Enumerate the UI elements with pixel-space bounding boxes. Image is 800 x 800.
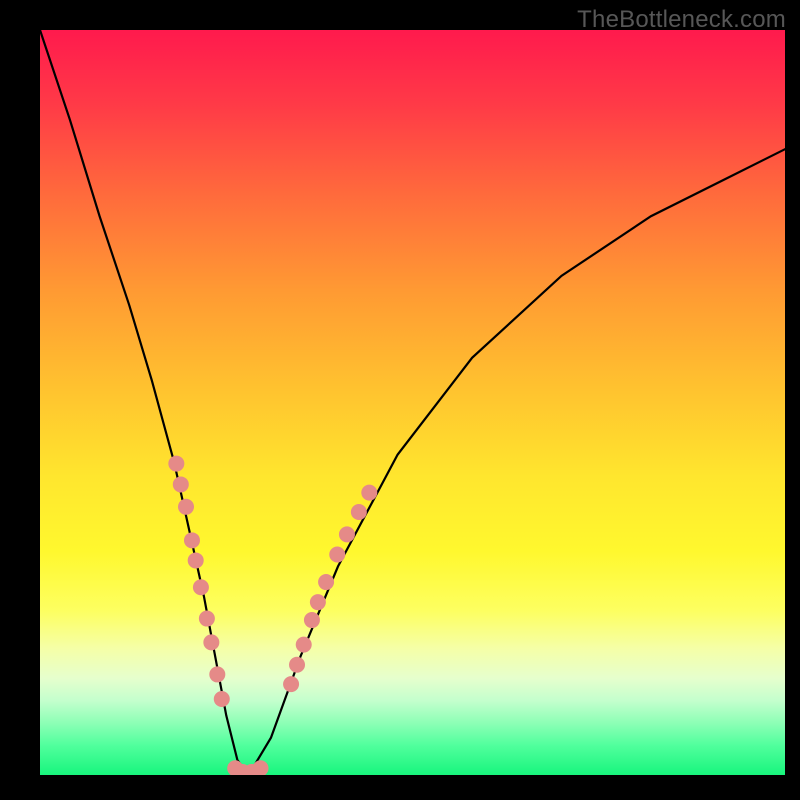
- data-marker: [184, 532, 200, 548]
- bottleneck-curve: [40, 30, 785, 775]
- data-marker: [318, 574, 334, 590]
- data-marker: [351, 504, 367, 520]
- data-marker: [296, 637, 312, 653]
- data-markers: [168, 456, 377, 775]
- data-marker: [168, 456, 184, 472]
- data-marker: [214, 691, 230, 707]
- data-marker: [283, 676, 299, 692]
- data-marker: [209, 666, 225, 682]
- data-marker: [188, 552, 204, 568]
- data-marker: [178, 499, 194, 515]
- watermark-text: TheBottleneck.com: [577, 6, 786, 34]
- data-marker: [199, 611, 215, 627]
- chart-plot-area: [40, 30, 785, 775]
- data-marker: [339, 526, 355, 542]
- chart-svg: [40, 30, 785, 775]
- data-marker: [361, 485, 377, 501]
- data-marker: [329, 546, 345, 562]
- data-marker: [304, 612, 320, 628]
- data-marker: [227, 760, 243, 775]
- data-marker: [235, 764, 251, 775]
- data-marker: [203, 634, 219, 650]
- data-marker: [310, 594, 326, 610]
- data-marker: [253, 760, 269, 775]
- data-marker: [289, 657, 305, 673]
- data-marker: [244, 764, 260, 775]
- data-marker: [193, 579, 209, 595]
- data-marker: [173, 476, 189, 492]
